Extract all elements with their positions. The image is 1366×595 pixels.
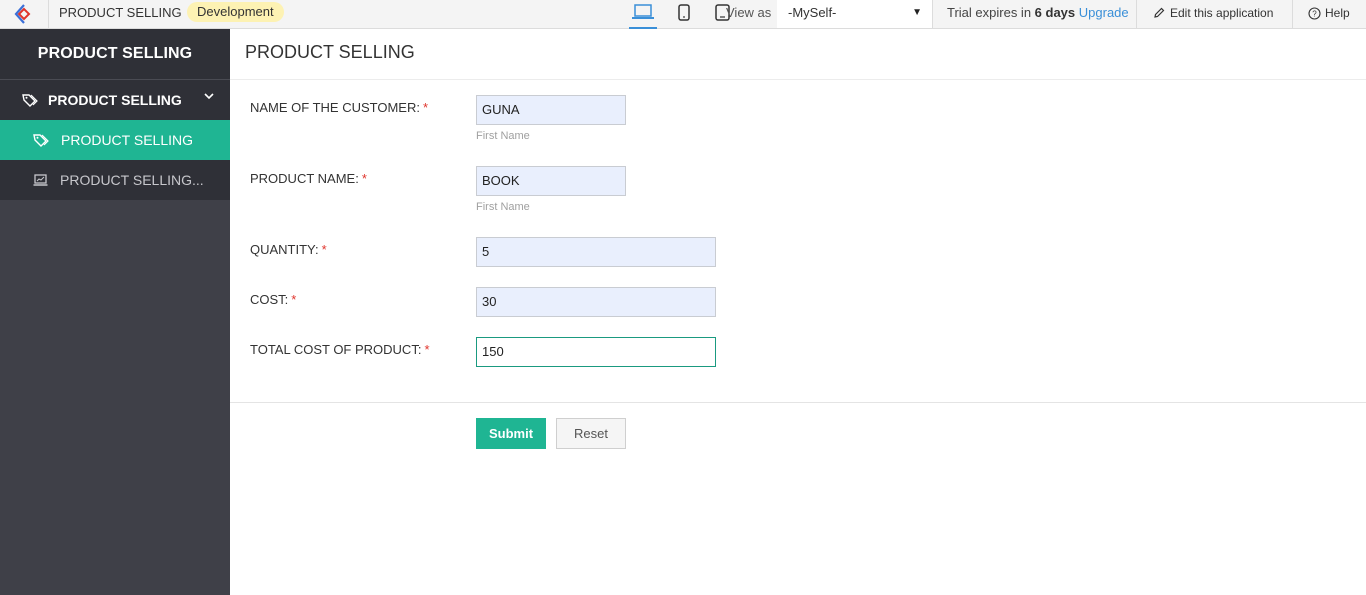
divider [932, 0, 933, 28]
svg-text:?: ? [1312, 9, 1317, 18]
app-title: PRODUCT SELLING [59, 5, 182, 20]
required-marker: * [321, 242, 327, 257]
tag-icon [33, 134, 49, 147]
sidebar-item-product-selling-form[interactable]: PRODUCT SELLING [0, 120, 230, 160]
view-as-value: -MySelf- [788, 5, 837, 20]
trial-days: 6 days [1034, 5, 1076, 20]
quantity-input[interactable]: 5 [476, 237, 716, 267]
caret-down-icon: ▼ [912, 7, 922, 18]
field-label-text: TOTAL COST OF PRODUCT: [250, 342, 422, 357]
laptop-view-button[interactable] [629, 4, 657, 29]
app-logo-button[interactable] [0, 0, 49, 28]
submit-button[interactable]: Submit [476, 418, 546, 449]
required-marker: * [424, 342, 430, 357]
quantity-label: QUANTITY: * [250, 242, 327, 257]
required-marker: * [422, 100, 429, 115]
laptop-icon [632, 4, 654, 19]
sidebar-item-product-selling-report[interactable]: PRODUCT SELLING... [0, 160, 230, 200]
trial-prefix: Trial expires in [947, 5, 1035, 20]
tag-icon [22, 94, 38, 107]
edit-application-label: Edit this application [1170, 6, 1274, 20]
cost-input[interactable]: 30 [476, 287, 716, 317]
reset-button[interactable]: Reset [556, 418, 626, 449]
help-label: Help [1325, 6, 1350, 20]
total-cost-label: TOTAL COST OF PRODUCT: * [250, 342, 430, 357]
field-label-text: QUANTITY: [250, 242, 319, 257]
required-marker: * [291, 292, 297, 307]
sidebar-item-label: PRODUCT SELLING [61, 132, 193, 148]
sidebar-section-label: PRODUCT SELLING [48, 92, 182, 108]
divider [230, 402, 1366, 403]
total-cost-input[interactable]: 150 [476, 337, 716, 367]
edit-application-button[interactable]: Edit this application [1153, 6, 1273, 20]
divider [1292, 0, 1293, 28]
sidebar: PRODUCT SELLING PRODUCT SELLING PRODUCT … [0, 29, 230, 595]
trial-notice: Trial expires in 6 days Upgrade [947, 5, 1129, 20]
divider [230, 79, 1366, 80]
environment-badge[interactable]: Development [187, 2, 284, 22]
phone-view-button[interactable] [676, 4, 692, 26]
pencil-icon [1154, 7, 1165, 18]
app-logo-icon [14, 4, 31, 24]
report-icon [33, 174, 48, 186]
main-content: PRODUCT SELLING NAME OF THE CUSTOMER: * G… [230, 29, 1366, 595]
divider [1136, 0, 1137, 28]
required-marker: * [361, 171, 367, 186]
field-label-text: PRODUCT NAME: [250, 171, 359, 186]
product-name-label: PRODUCT NAME: * [250, 171, 367, 186]
upgrade-link[interactable]: Upgrade [1079, 5, 1129, 20]
view-as-select[interactable]: -MySelf- ▼ [777, 0, 932, 28]
top-bar: PRODUCT SELLING Development View as -MyS… [0, 0, 1366, 29]
page-title: PRODUCT SELLING [245, 42, 415, 62]
help-circle-icon: ? [1308, 6, 1321, 20]
sidebar-section-product-selling[interactable]: PRODUCT SELLING [0, 80, 230, 120]
sidebar-item-label: PRODUCT SELLING... [60, 172, 204, 188]
field-label-text: NAME OF THE CUSTOMER: [250, 100, 420, 115]
product-name-input[interactable]: BOOK [476, 166, 626, 196]
chevron-down-icon [204, 93, 214, 100]
field-label-text: COST: [250, 292, 289, 307]
customer-name-input[interactable]: GUNA [476, 95, 626, 125]
product-name-hint: First Name [476, 201, 530, 213]
customer-name-hint: First Name [476, 130, 530, 142]
help-button[interactable]: ? Help [1308, 6, 1350, 20]
phone-icon [678, 4, 690, 21]
cost-label: COST: * [250, 292, 296, 307]
sidebar-app-name: PRODUCT SELLING [0, 29, 230, 80]
view-as-label: View as [726, 5, 772, 20]
customer-name-label: NAME OF THE CUSTOMER: * [250, 100, 428, 115]
